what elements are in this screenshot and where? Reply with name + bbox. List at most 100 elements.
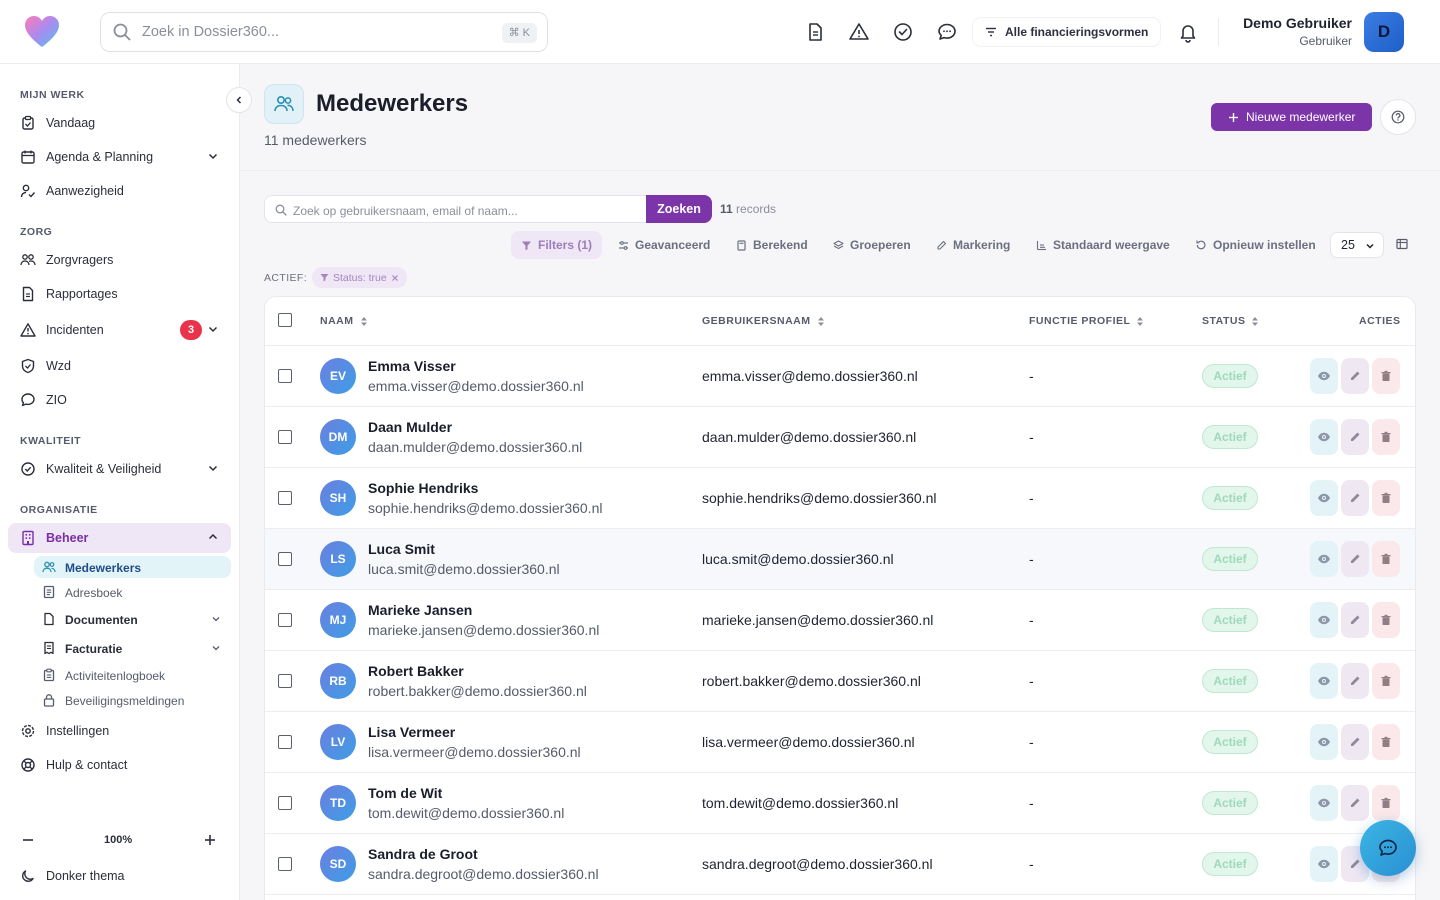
edit-button[interactable] bbox=[1341, 663, 1369, 699]
financing-filter-button[interactable]: Alle financieringsvormen bbox=[973, 18, 1161, 46]
employee-name[interactable]: Marieke Jansen bbox=[368, 602, 472, 618]
new-employee-button[interactable]: Nieuwe medewerker bbox=[1211, 103, 1372, 131]
table-row[interactable]: LV Lisa Vermeer lisa.vermeer@demo.dossie… bbox=[265, 712, 1415, 773]
column-header-gebruikersnaam[interactable]: GEBRUIKERSNAAM bbox=[702, 315, 825, 327]
table-search[interactable]: Zoek op gebruikersnaam, email of naam... bbox=[264, 195, 647, 223]
calculated-button[interactable]: Berekend bbox=[736, 231, 808, 259]
view-button[interactable] bbox=[1310, 358, 1338, 394]
zoom-out-button[interactable] bbox=[20, 832, 36, 848]
employee-name[interactable]: Sophie Hendriks bbox=[368, 480, 478, 496]
view-button[interactable] bbox=[1310, 846, 1338, 882]
employee-name[interactable]: Daan Mulder bbox=[368, 419, 452, 435]
view-button[interactable] bbox=[1310, 785, 1338, 821]
dark-theme-toggle[interactable]: Donker thema bbox=[20, 868, 125, 884]
help-button[interactable] bbox=[1380, 99, 1416, 135]
group-button[interactable]: Groeperen bbox=[833, 231, 911, 259]
view-button[interactable] bbox=[1310, 419, 1338, 455]
advanced-button[interactable]: Geavanceerd bbox=[618, 231, 710, 259]
active-filter-chip[interactable]: Status: true bbox=[312, 267, 407, 288]
delete-button[interactable] bbox=[1372, 419, 1400, 455]
employee-name[interactable]: Lisa Vermeer bbox=[368, 724, 455, 740]
page-size-select[interactable]: 25 bbox=[1330, 232, 1384, 258]
delete-button[interactable] bbox=[1372, 663, 1400, 699]
edit-button[interactable] bbox=[1341, 724, 1369, 760]
view-button[interactable] bbox=[1310, 724, 1338, 760]
sidebar-item-instellingen[interactable]: Instellingen bbox=[8, 716, 231, 746]
zoom-in-button[interactable] bbox=[202, 832, 218, 848]
edit-button[interactable] bbox=[1341, 419, 1369, 455]
check-circle-icon[interactable] bbox=[892, 21, 914, 43]
avatar[interactable]: D bbox=[1364, 12, 1404, 52]
employee-name[interactable]: Tom de Wit bbox=[368, 785, 442, 801]
table-row[interactable]: DM Daan Mulder daan.mulder@demo.dossier3… bbox=[265, 407, 1415, 468]
sidebar-item-kwaliteit[interactable]: Kwaliteit & Veiligheid bbox=[8, 454, 231, 484]
delete-button[interactable] bbox=[1372, 724, 1400, 760]
column-header-naam[interactable]: NAAM bbox=[320, 315, 368, 327]
row-checkbox[interactable] bbox=[278, 491, 292, 505]
edit-button[interactable] bbox=[1341, 358, 1369, 394]
row-checkbox[interactable] bbox=[278, 613, 292, 627]
sidebar-subitem-medewerkers[interactable]: Medewerkers bbox=[34, 556, 231, 578]
row-checkbox[interactable] bbox=[278, 674, 292, 688]
search-button[interactable]: Zoeken bbox=[646, 195, 712, 223]
delete-button[interactable] bbox=[1372, 541, 1400, 577]
table-row[interactable]: SD Sandra de Groot sandra.degroot@demo.d… bbox=[265, 834, 1415, 895]
sidebar-item-rapportages[interactable]: Rapportages bbox=[8, 279, 231, 309]
delete-button[interactable] bbox=[1372, 602, 1400, 638]
table-search-input[interactable]: Zoek op gebruikersnaam, email of naam... bbox=[293, 204, 518, 218]
sidebar-subitem-adresboek[interactable]: Adresboek bbox=[34, 581, 231, 603]
select-all-checkbox[interactable] bbox=[278, 313, 292, 327]
table-row[interactable]: SH Sophie Hendriks sophie.hendriks@demo.… bbox=[265, 468, 1415, 529]
row-checkbox[interactable] bbox=[278, 735, 292, 749]
sidebar-item-agenda[interactable]: Agenda & Planning bbox=[8, 142, 231, 172]
sidebar-subitem-beveiliging[interactable]: Beveiligingsmeldingen bbox=[34, 689, 231, 711]
edit-button[interactable] bbox=[1341, 541, 1369, 577]
highlight-button[interactable]: Markering bbox=[936, 231, 1010, 259]
view-button[interactable] bbox=[1310, 602, 1338, 638]
delete-button[interactable] bbox=[1372, 480, 1400, 516]
close-icon[interactable] bbox=[391, 274, 399, 282]
sidebar-item-vandaag[interactable]: Vandaag bbox=[8, 108, 231, 138]
employee-name[interactable]: Sandra de Groot bbox=[368, 846, 478, 862]
warning-icon[interactable] bbox=[848, 21, 870, 43]
column-header-functie[interactable]: FUNCTIE PROFIEL bbox=[1029, 315, 1144, 327]
sidebar-subitem-activiteiten[interactable]: Activiteitenlogboek bbox=[34, 664, 231, 686]
table-row[interactable]: RB Robert Bakker robert.bakker@demo.doss… bbox=[265, 651, 1415, 712]
sidebar-item-zio[interactable]: ZIO bbox=[8, 385, 231, 415]
heart-logo-icon[interactable] bbox=[24, 15, 60, 49]
row-checkbox[interactable] bbox=[278, 430, 292, 444]
sidebar-item-zorgvragers[interactable]: Zorgvragers bbox=[8, 245, 231, 275]
reset-button[interactable]: Opnieuw instellen bbox=[1195, 231, 1316, 259]
column-header-status[interactable]: STATUS bbox=[1202, 315, 1259, 327]
global-search[interactable]: Zoek in Dossier360... ⌘ K bbox=[100, 12, 548, 52]
bell-icon[interactable] bbox=[1177, 21, 1199, 43]
view-button[interactable] bbox=[1310, 663, 1338, 699]
row-checkbox[interactable] bbox=[278, 369, 292, 383]
delete-button[interactable] bbox=[1372, 785, 1400, 821]
table-row[interactable]: TD Tom de Wit tom.dewit@demo.dossier360.… bbox=[265, 773, 1415, 834]
sidebar-collapse-button[interactable] bbox=[226, 87, 252, 113]
document-icon[interactable] bbox=[804, 21, 826, 43]
employee-name[interactable]: Robert Bakker bbox=[368, 663, 464, 679]
user-name[interactable]: Demo Gebruiker bbox=[1243, 15, 1352, 31]
default-view-button[interactable]: Standaard weergave bbox=[1036, 231, 1170, 259]
row-checkbox[interactable] bbox=[278, 796, 292, 810]
table-row[interactable]: EV Emma Visser emma.visser@demo.dossier3… bbox=[265, 346, 1415, 407]
sidebar-item-hulp[interactable]: Hulp & contact bbox=[8, 750, 231, 780]
chat-icon[interactable] bbox=[936, 21, 958, 43]
sidebar-subitem-facturatie[interactable]: Facturatie bbox=[34, 637, 231, 659]
view-button[interactable] bbox=[1310, 480, 1338, 516]
row-checkbox[interactable] bbox=[278, 552, 292, 566]
columns-icon[interactable] bbox=[1396, 238, 1408, 250]
employee-name[interactable]: Emma Visser bbox=[368, 358, 456, 374]
delete-button[interactable] bbox=[1372, 358, 1400, 394]
table-row[interactable]: MJ Marieke Jansen marieke.jansen@demo.do… bbox=[265, 590, 1415, 651]
edit-button[interactable] bbox=[1341, 785, 1369, 821]
sidebar-item-beheer[interactable]: Beheer bbox=[8, 523, 231, 553]
row-checkbox[interactable] bbox=[278, 857, 292, 871]
table-row[interactable]: LS Luca Smit luca.smit@demo.dossier360.n… bbox=[265, 529, 1415, 590]
view-button[interactable] bbox=[1310, 541, 1338, 577]
edit-button[interactable] bbox=[1341, 602, 1369, 638]
filters-button[interactable]: Filters (1) bbox=[511, 231, 603, 259]
employee-name[interactable]: Luca Smit bbox=[368, 541, 435, 557]
